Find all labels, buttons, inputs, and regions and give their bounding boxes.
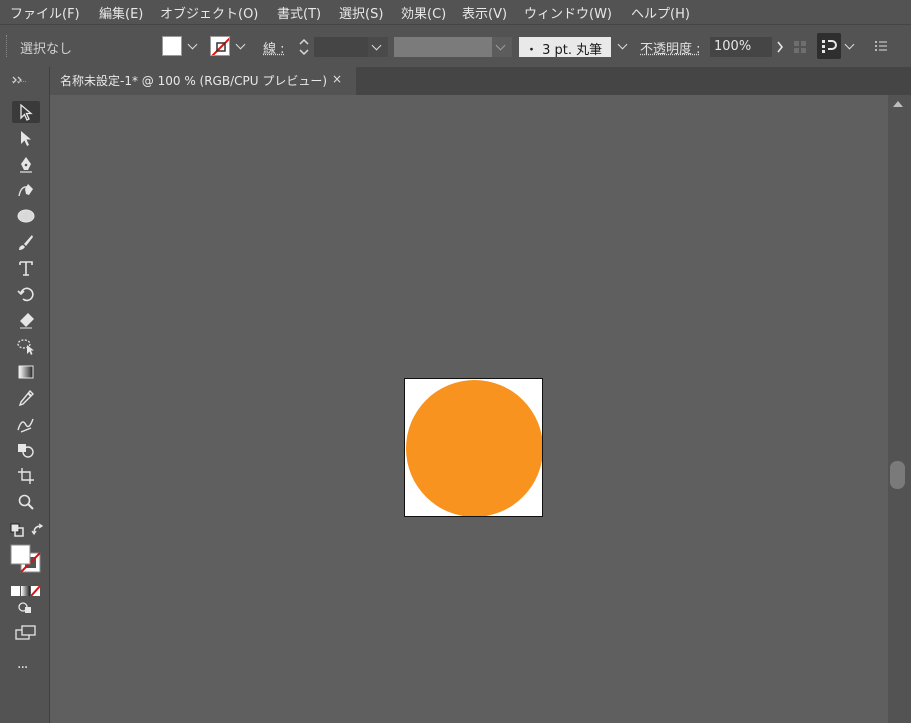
fill-swatch[interactable] [162,36,182,56]
stroke-weight-input[interactable] [314,37,368,57]
canvas-area[interactable] [50,95,888,723]
panel-grip[interactable] [6,35,10,57]
color-mode-buttons[interactable] [11,581,41,597]
lasso-tool-icon[interactable] [12,335,40,357]
selection-status: 選択なし [20,42,73,57]
tools-panel: ··· [0,67,50,723]
document-title: 名称未設定-1* @ 100 % (RGB/CPU プレビュー) [60,74,328,88]
ellipse-tool-icon[interactable] [12,205,40,227]
screen-mode-icon[interactable] [15,625,37,641]
menu-effect[interactable]: 効果(C) [401,3,446,22]
draw-mode-icon[interactable] [17,599,33,615]
shape-builder-tool-icon[interactable] [12,439,40,461]
paintbrush-tool-icon[interactable] [12,231,40,253]
pen-tool-icon[interactable] [12,153,40,175]
fill-stroke-widget[interactable] [10,544,42,574]
brush-dropdown[interactable] [615,35,631,57]
profile-dropdown[interactable] [492,37,512,57]
brush-name: ・ 3 pt. 丸筆 [525,43,603,58]
stroke-swatch[interactable] [210,36,230,56]
menu-file[interactable]: ファイル(F) [10,3,80,22]
align-dropdown[interactable] [842,35,858,57]
gradient-tool-icon[interactable] [12,361,40,383]
recolor-artwork-button[interactable] [793,39,807,53]
opacity-input[interactable]: 100% [710,37,772,57]
swap-fill-stroke-icon[interactable] [31,522,45,536]
grid-icon [794,41,806,53]
curvature-tool-icon[interactable] [12,179,40,201]
fill-dropdown[interactable] [185,35,201,57]
menu-edit[interactable]: 編集(E) [99,3,143,22]
variable-width-profile[interactable] [394,37,492,57]
chevron-right-icon [777,41,784,53]
menu-window[interactable]: ウィンドウ(W) [524,3,612,22]
chevron-down-icon [369,36,385,58]
menu-select[interactable]: 選択(S) [339,3,383,22]
align-icon [822,40,837,53]
opacity-label[interactable]: 不透明度 : [640,38,701,57]
eraser-tool-icon[interactable] [12,309,40,331]
default-fill-stroke-icon[interactable] [10,522,24,537]
control-bar: 選択なし 線 : ・ 3 pt. 丸筆 不透明度 : 100% [0,24,911,67]
blend-tool-icon[interactable] [12,413,40,435]
vertical-scrollbar[interactable] [888,95,911,723]
rotate-tool-icon[interactable] [12,283,40,305]
brush-definition[interactable]: ・ 3 pt. 丸筆 [519,37,611,58]
orange-circle[interactable] [406,380,542,516]
eyedropper-tool-icon[interactable] [12,387,40,409]
artboard[interactable] [404,378,543,517]
type-tool-icon[interactable] [12,257,40,279]
menu-help[interactable]: ヘルプ(H) [631,3,690,22]
stroke-weight-stepper[interactable] [297,36,311,58]
zoom-tool-icon[interactable] [12,491,40,513]
align-to-button[interactable] [817,33,841,59]
no-stroke-icon [211,37,229,55]
scroll-up-icon[interactable] [893,101,903,107]
collapse-panel-icon[interactable] [12,69,24,84]
menu-view[interactable]: 表示(V) [462,3,507,22]
opacity-expand[interactable] [775,39,785,55]
scroll-thumb[interactable] [890,461,905,489]
stroke-label[interactable]: 線 : [263,38,285,57]
panel-menu-button[interactable] [873,38,889,54]
stroke-weight-dropdown[interactable] [368,37,388,57]
menu-bar: ファイル(F) 編集(E) オブジェクト(O) 書式(T) 選択(S) 効果(C… [0,0,911,23]
opacity-value: 100% [714,39,752,54]
selection-tool-icon[interactable] [12,101,40,123]
chevron-down-icon [493,36,509,58]
document-tab[interactable]: 名称未設定-1* @ 100 % (RGB/CPU プレビュー) × [50,67,356,95]
stepper-icon [299,38,309,56]
close-icon[interactable]: × [332,72,342,86]
document-tab-bar: 名称未設定-1* @ 100 % (RGB/CPU プレビュー) × [50,67,911,95]
direct-selection-tool-icon[interactable] [12,127,40,149]
menu-type[interactable]: 書式(T) [277,3,321,22]
list-menu-icon [875,41,887,51]
menu-object[interactable]: オブジェクト(O) [160,3,258,22]
stroke-dropdown[interactable] [233,35,249,57]
artboard-tool-icon[interactable] [12,465,40,487]
panel-grip[interactable] [12,81,26,86]
edit-toolbar-button[interactable]: ··· [17,660,28,676]
